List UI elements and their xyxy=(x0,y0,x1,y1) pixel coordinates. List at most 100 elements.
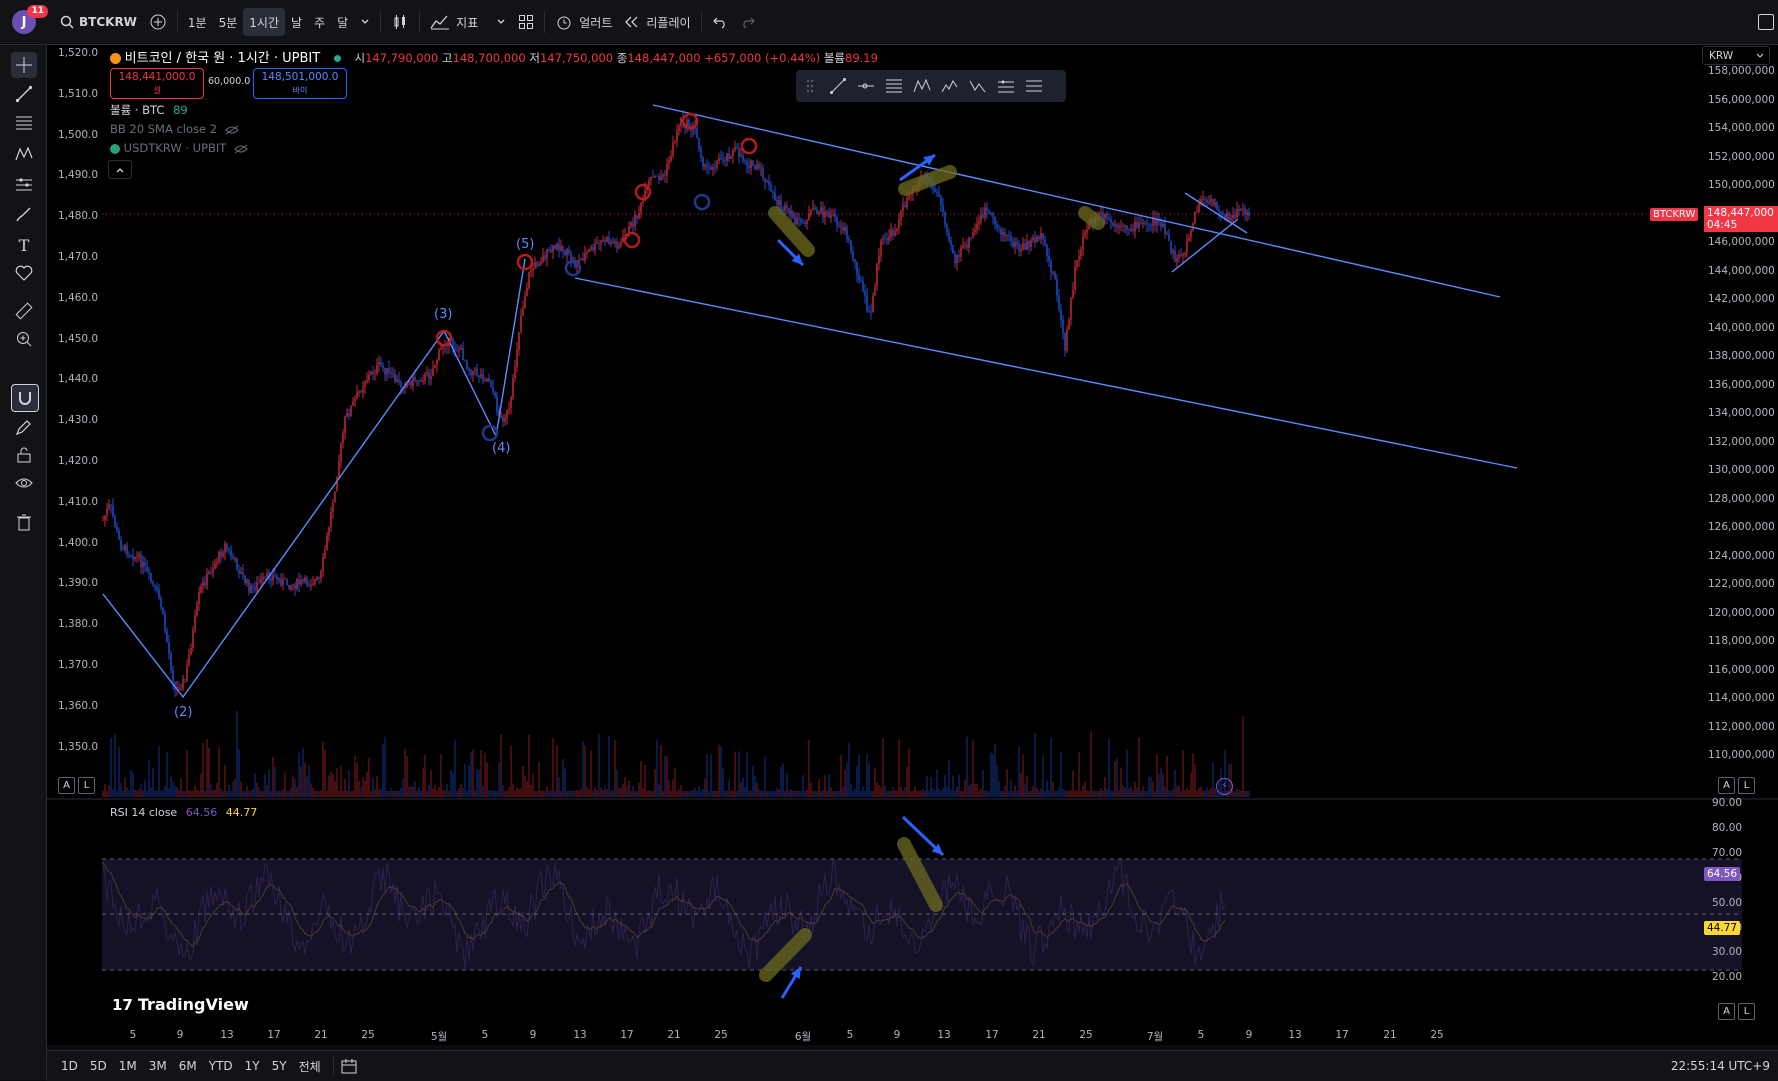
log-scale-rsi[interactable]: L xyxy=(1738,1003,1755,1020)
auto-scale-right[interactable]: A xyxy=(1718,777,1735,794)
candle-body xyxy=(394,373,396,382)
auto-scale-left[interactable]: A xyxy=(58,777,75,794)
brush-tool[interactable] xyxy=(11,201,37,227)
magnet-tool[interactable] xyxy=(11,384,39,412)
fullscreen-icon[interactable] xyxy=(1758,14,1774,30)
range-3m[interactable]: 3M xyxy=(143,1059,173,1073)
candle-body xyxy=(490,381,492,388)
fav-fib[interactable] xyxy=(880,72,908,100)
candle-body xyxy=(972,231,974,238)
volume-bar xyxy=(970,783,972,797)
log-scale-left[interactable]: L xyxy=(78,777,95,794)
range-ytd[interactable]: YTD xyxy=(203,1059,239,1073)
candle-body xyxy=(732,150,734,157)
user-avatar[interactable]: J 11 xyxy=(12,5,48,34)
compare-button[interactable] xyxy=(143,8,173,36)
timeframe-week[interactable]: 주 xyxy=(308,8,331,36)
currency-selector[interactable]: KRW xyxy=(1702,46,1770,65)
range-5y[interactable]: 5Y xyxy=(266,1059,293,1073)
symbol-search[interactable]: BTCKRW xyxy=(54,8,143,36)
range-1m[interactable]: 1M xyxy=(113,1059,143,1073)
symbol-name: BTCKRW xyxy=(79,15,137,29)
fav-forecast[interactable] xyxy=(992,72,1020,100)
tradingview-logo[interactable]: 𝟭𝟳 TradingView xyxy=(112,995,249,1014)
zoom-tool[interactable] xyxy=(11,326,37,352)
candle-body xyxy=(410,380,412,386)
timeframe-1m[interactable]: 1분 xyxy=(182,8,213,36)
replay-button[interactable]: 리플레이 xyxy=(618,8,696,36)
range-1y[interactable]: 1Y xyxy=(239,1059,266,1073)
eye-hidden-icon[interactable] xyxy=(225,125,239,135)
candle-body xyxy=(262,576,264,579)
candle-body xyxy=(312,584,314,585)
timeframe-5m[interactable]: 5분 xyxy=(213,8,244,36)
drag-handle[interactable] xyxy=(796,72,824,100)
undo-button[interactable] xyxy=(706,8,734,36)
volume-bar xyxy=(168,788,170,797)
buy-button[interactable]: 148,501,000.0 바이 xyxy=(253,68,347,99)
bb-legend: BB 20 SMA close 2 xyxy=(110,122,239,136)
drawing-mode-tool[interactable] xyxy=(11,414,37,440)
remove-drawings-tool[interactable] xyxy=(11,509,37,535)
candle-body xyxy=(1046,245,1048,256)
fav-elliott-impulse[interactable] xyxy=(936,72,964,100)
crosshair-tool[interactable] xyxy=(11,52,37,78)
eye-hidden-icon[interactable] xyxy=(234,144,248,154)
volume-bar xyxy=(538,762,540,797)
volume-bar xyxy=(204,790,206,797)
volume-bar xyxy=(946,786,948,797)
candle-body xyxy=(378,361,380,365)
auto-scale-rsi[interactable]: A xyxy=(1718,1003,1735,1020)
text-tool[interactable]: T xyxy=(11,232,37,258)
fav-horizontal-ray[interactable] xyxy=(852,72,880,100)
lock-tool[interactable] xyxy=(11,442,37,468)
fav-pattern[interactable] xyxy=(908,72,936,100)
fav-elliott-correction[interactable] xyxy=(964,72,992,100)
volume-bar xyxy=(766,790,768,797)
timeframe-month[interactable]: 달 xyxy=(331,8,354,36)
calendar-icon[interactable] xyxy=(340,1058,358,1074)
range-all[interactable]: 전체 xyxy=(293,1058,327,1075)
timeframe-day[interactable]: 날 xyxy=(285,8,308,36)
fib-tool[interactable] xyxy=(11,110,37,136)
log-scale-right[interactable]: L xyxy=(1738,777,1755,794)
timeframe-1h[interactable]: 1시간 xyxy=(243,8,286,36)
fav-trendline[interactable] xyxy=(824,72,852,100)
volume-bar xyxy=(122,790,124,797)
collapse-legend-button[interactable] xyxy=(108,160,132,179)
range-5d[interactable]: 5D xyxy=(84,1059,113,1073)
layouts-button[interactable] xyxy=(512,8,540,36)
divider xyxy=(176,11,178,33)
candle-body xyxy=(784,205,786,211)
range-6m[interactable]: 6M xyxy=(173,1059,203,1073)
icon-tool[interactable] xyxy=(11,260,37,286)
volume-bar xyxy=(482,785,484,797)
candle-body xyxy=(1018,245,1020,251)
candle-body xyxy=(878,255,880,264)
fav-parallel-channel[interactable] xyxy=(1020,72,1048,100)
chart-type-button[interactable] xyxy=(385,8,415,36)
candle-body xyxy=(1038,236,1040,240)
visibility-tool[interactable] xyxy=(11,470,37,496)
time-axis-tick: 17 xyxy=(985,1029,999,1041)
alerts-button[interactable]: 얼러트 xyxy=(549,8,618,36)
lightning-icon[interactable]: ⚡ xyxy=(1216,778,1233,795)
volume-bar xyxy=(1104,776,1106,797)
redo-button[interactable] xyxy=(734,8,762,36)
candle-body xyxy=(962,245,964,248)
measure-tool[interactable] xyxy=(11,298,37,324)
pattern-tool[interactable] xyxy=(11,141,37,167)
timeframe-dropdown[interactable] xyxy=(354,8,376,36)
volume-bar xyxy=(1210,787,1212,797)
volume-bar xyxy=(1010,779,1012,797)
clock[interactable]: 22:55:14 UTC+9 xyxy=(1671,1059,1770,1073)
indicators-button[interactable]: 지표 xyxy=(424,8,512,36)
trendline-tool[interactable] xyxy=(11,81,37,107)
candle-body xyxy=(1000,228,1002,236)
price-chart[interactable] xyxy=(47,45,1778,1045)
forecast-tool[interactable] xyxy=(11,171,37,197)
range-1d[interactable]: 1D xyxy=(55,1059,84,1073)
candle-body xyxy=(1140,222,1142,224)
chart-area[interactable] xyxy=(47,45,1778,1045)
sell-button[interactable]: 148,441,000.0 셀 xyxy=(110,68,204,99)
